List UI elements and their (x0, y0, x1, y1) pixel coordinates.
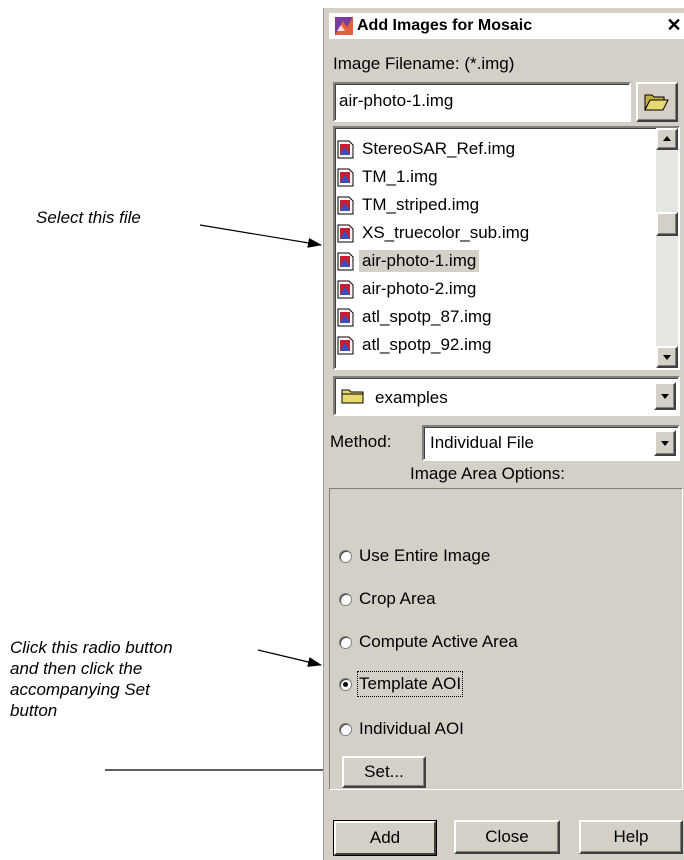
filename-input[interactable]: air-photo-1.img (333, 82, 631, 122)
file-name: atl_spotp_87.img (362, 307, 492, 326)
image-area-options-label: Image Area Options: (410, 464, 565, 483)
method-select[interactable]: Individual File (422, 425, 680, 461)
radio-circle[interactable] (339, 723, 352, 736)
add-images-dialog: Add Images for Mosaic ✕ Image Filename: … (323, 8, 684, 860)
file-name: air-photo-2.img (362, 279, 477, 298)
image-file-icon (337, 224, 354, 243)
image-file-icon (337, 196, 354, 215)
radio-compute-active-area[interactable]: Compute Active Area (339, 631, 659, 655)
image-file-icon (337, 140, 354, 159)
file-list[interactable]: StereoSAR_Ref.img TM_1.img TM_striped.im… (333, 126, 680, 370)
list-item[interactable]: air-photo-2.img (335, 276, 645, 304)
close-button[interactable]: Close (454, 820, 560, 854)
directory-select[interactable]: examples (333, 376, 680, 416)
scroll-down-button[interactable] (656, 346, 678, 368)
radio-circle[interactable] (339, 550, 352, 563)
file-name: TM_striped.img (362, 195, 480, 214)
image-file-icon (337, 308, 354, 327)
method-value: Individual File (430, 433, 534, 452)
list-item[interactable]: atl_spotp_92.img (335, 332, 645, 360)
scroll-thumb[interactable] (656, 212, 678, 236)
add-button[interactable]: Add (333, 820, 437, 856)
method-label: Method: (330, 432, 392, 451)
radio-label: Use Entire Image (359, 546, 491, 565)
radio-template-aoi[interactable]: Template AOI (339, 671, 659, 697)
image-file-icon (337, 252, 354, 271)
scroll-up-button[interactable] (656, 128, 678, 150)
mosaic-app-icon (335, 17, 353, 35)
radio-circle[interactable] (339, 593, 352, 606)
dialog-title: Add Images for Mosaic (357, 17, 533, 34)
radio-dot (343, 682, 348, 687)
dropdown-arrow-icon (661, 394, 669, 399)
file-name: air-photo-1.img (359, 250, 480, 272)
radio-use-entire-image[interactable]: Use Entire Image (339, 545, 659, 569)
arrow-to-file (199, 224, 322, 248)
file-name: XS_truecolor_sub.img (362, 223, 530, 242)
image-file-icon (337, 336, 354, 355)
list-item[interactable]: TM_1.img (335, 164, 645, 192)
filename-label: Image Filename: (*.img) (333, 54, 515, 73)
add-button-face[interactable]: Add (334, 821, 436, 855)
radio-circle-checked[interactable] (339, 678, 352, 691)
file-name: TM_1.img (362, 167, 438, 186)
radio-circle[interactable] (339, 636, 352, 649)
set-button[interactable]: Set... (342, 756, 426, 788)
chevron-up-icon (663, 136, 671, 141)
list-item[interactable]: StereoSAR_Ref.img (335, 136, 645, 164)
chevron-down-icon (663, 355, 671, 360)
file-name: StereoSAR_Ref.img (362, 139, 516, 158)
help-button[interactable]: Help (579, 820, 683, 854)
folder-icon (341, 389, 364, 404)
directory-dropdown-button[interactable] (654, 382, 676, 410)
image-file-icon (337, 168, 354, 187)
open-folder-icon (644, 94, 669, 111)
list-item-selected[interactable]: air-photo-1.img (335, 248, 645, 276)
browse-button[interactable] (636, 82, 678, 122)
image-file-icon (337, 280, 354, 299)
dropdown-arrow-icon (661, 441, 669, 446)
arrow-to-radio (257, 649, 322, 667)
radio-label: Compute Active Area (359, 632, 518, 651)
close-icon[interactable]: ✕ (663, 14, 684, 36)
list-item[interactable]: XS_truecolor_sub.img (335, 220, 645, 248)
radio-label: Crop Area (359, 589, 436, 608)
list-item[interactable]: TM_striped.img (335, 192, 645, 220)
list-item[interactable]: atl_spotp_87.img (335, 304, 645, 332)
radio-individual-aoi[interactable]: Individual AOI (339, 718, 659, 742)
method-dropdown-button[interactable] (654, 430, 676, 456)
radio-label: Template AOI (356, 671, 464, 697)
image-area-options-group: Use Entire Image Crop Area Compute Activ… (329, 488, 683, 790)
title-bar[interactable]: Add Images for Mosaic ✕ (329, 13, 684, 39)
file-list-scrollbar[interactable] (656, 128, 678, 368)
radio-crop-area[interactable]: Crop Area (339, 588, 659, 612)
radio-label: Individual AOI (359, 719, 464, 738)
file-name: atl_spotp_92.img (362, 335, 492, 354)
directory-value: examples (375, 388, 448, 407)
